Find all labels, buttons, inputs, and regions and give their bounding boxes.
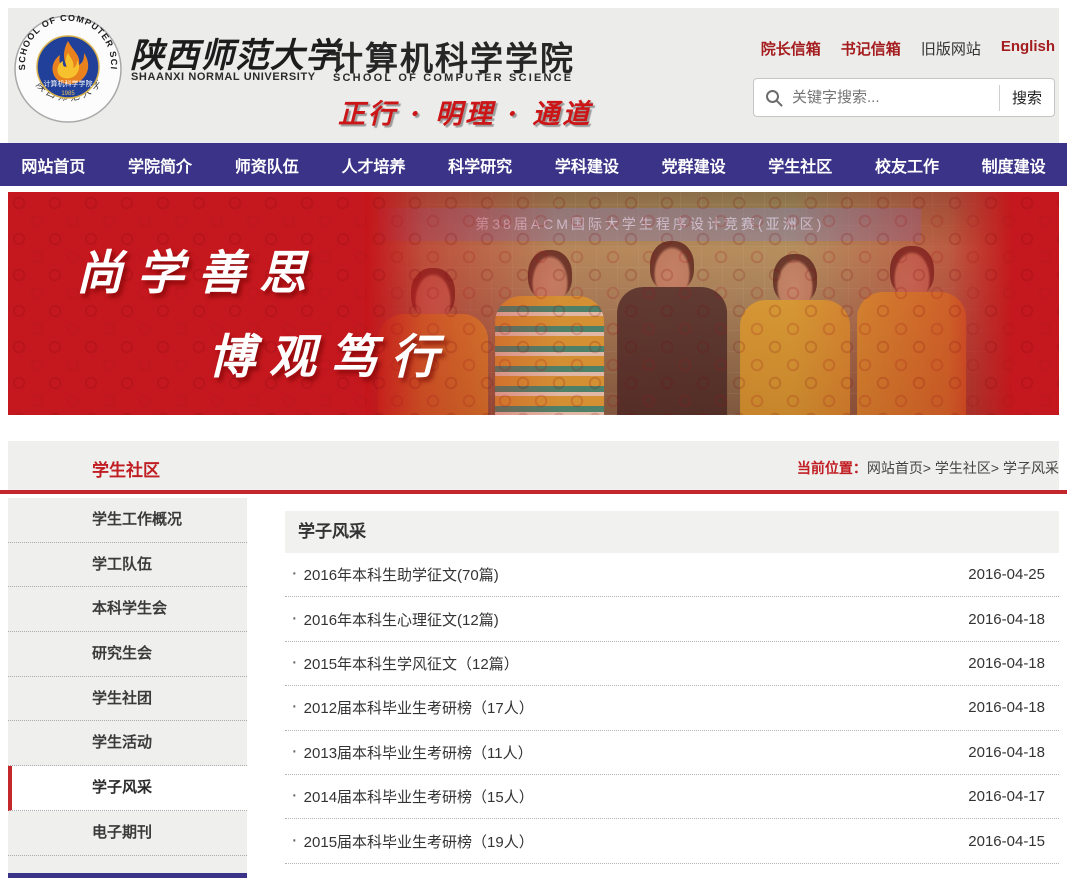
nav-item[interactable]: 制度建设 bbox=[960, 143, 1067, 186]
student-figure bbox=[857, 246, 967, 415]
section-title: 学生社区 bbox=[92, 456, 160, 481]
bullet-icon: · bbox=[291, 740, 298, 763]
breadcrumb-label: 当前位置： bbox=[797, 460, 867, 476]
nav-item[interactable]: 师资队伍 bbox=[213, 143, 320, 186]
student-figure bbox=[495, 250, 605, 415]
main-content: 学子风采 · 2016年本科生助学征文(70篇) 2016-04-25 · 20… bbox=[285, 511, 1059, 878]
hero-banner: 第38届ACM国际大学生程序设计竞赛(亚洲区) 尚学善思 博观笃行 bbox=[8, 192, 1059, 415]
site-header: SCHOOL OF COMPUTER SCIENCE 陕西师范大学 计算机科学学… bbox=[8, 8, 1059, 143]
banner-slogan-line2: 博观笃行 bbox=[208, 318, 452, 387]
sidebar-item[interactable]: 学子风采 bbox=[8, 766, 247, 811]
link-secretary-mailbox[interactable]: 书记信箱 bbox=[841, 38, 901, 59]
bullet-icon: · bbox=[291, 607, 298, 630]
link-old-site[interactable]: 旧版网站 bbox=[921, 38, 981, 59]
sidebar-item[interactable]: 学生活动 bbox=[8, 721, 247, 766]
sidebar-menu: 学生工作概况学工队伍本科学生会研究生会学生社团学生活动学子风采电子期刊 bbox=[8, 498, 247, 878]
nav-item[interactable]: 学科建设 bbox=[534, 143, 641, 186]
breadcrumb-path[interactable]: 网站首页> 学生社区> 学子风采 bbox=[867, 460, 1059, 476]
search-box: 搜索 bbox=[753, 78, 1055, 117]
logo-year: 1985 bbox=[61, 91, 75, 97]
article-list: · 2016年本科生助学征文(70篇) 2016-04-25 · 2016年本科… bbox=[285, 553, 1059, 878]
nav-item[interactable]: 党群建设 bbox=[640, 143, 747, 186]
list-title: 学子风采 bbox=[285, 511, 1059, 553]
section-bar: 学生社区 当前位置：网站首页> 学生社区> 学子风采 bbox=[8, 441, 1059, 490]
sidebar-item[interactable]: 学生工作概况 bbox=[8, 498, 247, 543]
link-english[interactable]: English bbox=[1001, 38, 1055, 59]
breadcrumb[interactable]: 当前位置：网站首页> 学生社区> 学子风采 bbox=[797, 458, 1059, 478]
article-row[interactable]: · 2012届本科毕业生考研榜（17人） 2016-04-18 bbox=[285, 686, 1059, 730]
link-dean-mailbox[interactable]: 院长信箱 bbox=[761, 38, 821, 59]
article-date: 2016-04-15 bbox=[968, 833, 1059, 850]
bullet-icon: · bbox=[291, 695, 298, 718]
bullet-icon: · bbox=[291, 562, 298, 585]
article-row[interactable]: · 2016年本科生心理征文(12篇) 2016-04-18 bbox=[285, 597, 1059, 641]
search-icon bbox=[764, 88, 784, 108]
article-title[interactable]: 2016年本科生助学征文(70篇) bbox=[304, 564, 499, 585]
nav-item[interactable]: 人才培养 bbox=[320, 143, 427, 186]
bullet-icon: · bbox=[291, 829, 298, 852]
university-name-en: SHAANXI NORMAL UNIVERSITY bbox=[131, 71, 316, 83]
school-motto: 正行 · 明理 · 通道 bbox=[338, 92, 592, 131]
sidebar-item[interactable]: 学工队伍 bbox=[8, 543, 247, 588]
nav-item[interactable]: 学生社区 bbox=[747, 143, 854, 186]
school-logo: SCHOOL OF COMPUTER SCIENCE 陕西师范大学 计算机科学学… bbox=[14, 15, 122, 123]
nav-item[interactable]: 科学研究 bbox=[427, 143, 534, 186]
school-name-en: SCHOOL OF COMPUTER SCIENCE bbox=[333, 72, 573, 84]
article-title[interactable]: 2014届本科毕业生考研榜（15人） bbox=[304, 786, 534, 807]
search-button[interactable]: 搜索 bbox=[1000, 79, 1054, 116]
article-title[interactable]: 2015年本科生学风征文（12篇） bbox=[304, 653, 519, 674]
sidebar-bottom-bar bbox=[8, 873, 247, 878]
article-date: 2016-04-18 bbox=[968, 655, 1059, 672]
main-nav: 网站首页学院简介师资队伍人才培养科学研究学科建设党群建设学生社区校友工作制度建设 bbox=[0, 143, 1067, 186]
article-date: 2016-04-18 bbox=[968, 699, 1059, 716]
article-title[interactable]: 2016年本科生心理征文(12篇) bbox=[304, 609, 499, 630]
bullet-icon: · bbox=[291, 651, 298, 674]
article-row[interactable]: · 2015年本科生学风征文（12篇） 2016-04-18 bbox=[285, 642, 1059, 686]
nav-item[interactable]: 学院简介 bbox=[107, 143, 214, 186]
article-row[interactable]: · 2016年本科生助学征文(70篇) 2016-04-25 bbox=[285, 553, 1059, 597]
nav-item[interactable]: 网站首页 bbox=[0, 143, 107, 186]
nav-item[interactable]: 校友工作 bbox=[854, 143, 961, 186]
logo-center-text: 计算机科学学院 bbox=[44, 79, 93, 88]
top-links: 院长信箱 书记信箱 旧版网站 English bbox=[761, 38, 1055, 59]
article-title[interactable]: 2012届本科毕业生考研榜（17人） bbox=[304, 697, 534, 718]
article-date: 2016-04-18 bbox=[968, 744, 1059, 761]
sidebar-item[interactable]: 研究生会 bbox=[8, 632, 247, 677]
student-figure bbox=[617, 241, 727, 415]
article-title[interactable]: 2013届本科毕业生考研榜（11人） bbox=[304, 742, 533, 763]
banner-slogan-line1: 尚学善思 bbox=[76, 234, 320, 303]
acm-banner-text: 第38届ACM国际大学生程序设计竞赛(亚洲区) bbox=[378, 208, 921, 241]
article-date: 2016-04-25 bbox=[968, 566, 1059, 583]
article-title[interactable]: 2015届本科毕业生考研榜（19人） bbox=[304, 831, 534, 852]
article-row[interactable]: · 2015届本科毕业生考研榜（19人） 2016-04-15 bbox=[285, 819, 1059, 863]
search-input[interactable] bbox=[784, 89, 999, 106]
bullet-icon: · bbox=[291, 784, 298, 807]
sidebar-item[interactable]: 学生社团 bbox=[8, 677, 247, 722]
student-figure bbox=[740, 254, 850, 415]
sidebar-item[interactable]: 电子期刊 bbox=[8, 811, 247, 856]
article-date: 2016-04-18 bbox=[968, 611, 1059, 628]
bullet-icon: · bbox=[291, 873, 298, 878]
article-date: 2016-04-17 bbox=[968, 788, 1059, 805]
article-row[interactable]: · 交流交换生（14人） 2016-04-15 bbox=[285, 864, 1059, 878]
students-photo: 第38届ACM国际大学生程序设计竞赛(亚洲区) bbox=[365, 192, 1011, 415]
page: SCHOOL OF COMPUTER SCIENCE 陕西师范大学 计算机科学学… bbox=[0, 0, 1067, 878]
article-row[interactable]: · 2014届本科毕业生考研榜（15人） 2016-04-17 bbox=[285, 775, 1059, 819]
university-name-cn: 陕西师范大学 bbox=[130, 28, 340, 77]
section-divider bbox=[0, 490, 1067, 494]
article-row[interactable]: · 2013届本科毕业生考研榜（11人） 2016-04-18 bbox=[285, 731, 1059, 775]
sidebar-item[interactable]: 本科学生会 bbox=[8, 587, 247, 632]
